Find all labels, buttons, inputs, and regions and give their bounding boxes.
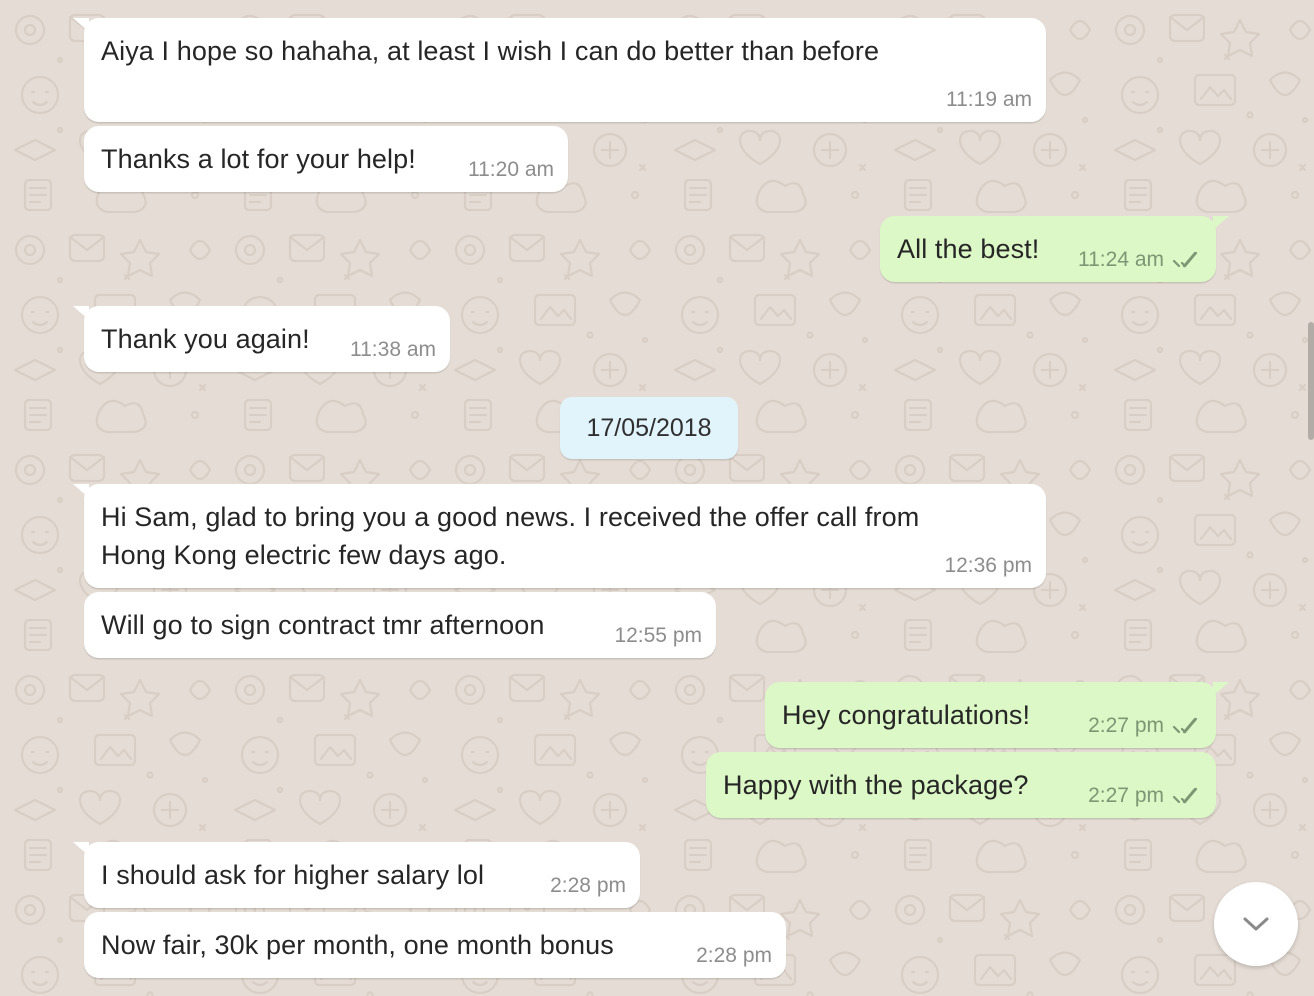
- message-text-line-1: Hi Sam, glad to bring you a good news. I…: [101, 502, 920, 532]
- message-bubble-outgoing[interactable]: Happy with the package? 2:27 pm: [706, 752, 1216, 818]
- bubble-tail: [73, 18, 89, 32]
- message-text: Aiya I hope so hahaha, at least I wish I…: [101, 36, 880, 66]
- message-bubble-incoming[interactable]: I should ask for higher salary lol 2:28 …: [73, 842, 640, 908]
- double-tick-icon: [1172, 717, 1198, 734]
- message-bubble-outgoing[interactable]: All the best! 11:24 am: [880, 216, 1229, 282]
- message-text: Thanks a lot for your help!: [101, 144, 416, 174]
- message-text: Hey congratulations!: [782, 700, 1031, 730]
- message-timestamp: 11:38 am: [350, 338, 436, 361]
- message-timestamp: 2:27 pm: [1088, 784, 1202, 808]
- message-bubble-incoming[interactable]: Thank you again! 11:38 am: [73, 306, 450, 372]
- double-tick-icon: [1172, 251, 1198, 268]
- message-bubble-incoming[interactable]: Hi Sam, glad to bring you a good news. I…: [73, 484, 1046, 588]
- message-timestamp: 11:20 am: [468, 158, 554, 181]
- bubble-tail: [73, 484, 89, 498]
- message-bubble-incoming[interactable]: Now fair, 30k per month, one month bonus…: [84, 912, 786, 978]
- message-text: Will go to sign contract tmr afternoon: [101, 610, 545, 640]
- message-timestamp: 2:28 pm: [550, 874, 626, 897]
- message-timestamp: 11:19 am: [946, 88, 1032, 111]
- message-text: I should ask for higher salary lol: [101, 860, 485, 890]
- message-text: All the best!: [897, 234, 1040, 264]
- bubble-tail: [1213, 682, 1229, 696]
- message-bubble-incoming[interactable]: Thanks a lot for your help! 11:20 am: [84, 126, 568, 192]
- message-timestamp: 12:55 pm: [614, 624, 702, 647]
- date-separator: 17/05/2018: [560, 397, 738, 459]
- message-timestamp: 2:28 pm: [696, 944, 772, 967]
- chevron-down-icon: [1243, 917, 1269, 931]
- message-text-line-2: Hong Kong electric few days ago.: [101, 540, 507, 570]
- bubble-tail: [1213, 216, 1229, 230]
- message-bubble-incoming[interactable]: Will go to sign contract tmr afternoon 1…: [84, 592, 716, 658]
- scroll-to-bottom-button[interactable]: [1214, 882, 1298, 966]
- message-timestamp: 11:24 am: [1078, 248, 1202, 272]
- message-text: Happy with the package?: [723, 770, 1029, 800]
- double-tick-icon: [1172, 787, 1198, 804]
- message-timestamp: 2:27 pm: [1088, 714, 1202, 738]
- bubble-tail: [73, 842, 89, 856]
- bubble-tail: [73, 306, 89, 320]
- message-timestamp: 12:36 pm: [944, 554, 1032, 577]
- message-text: Thank you again!: [101, 324, 310, 354]
- message-text: Now fair, 30k per month, one month bonus: [101, 930, 614, 960]
- message-bubble-incoming[interactable]: Aiya I hope so hahaha, at least I wish I…: [73, 18, 1046, 122]
- message-bubble-outgoing[interactable]: Hey congratulations! 2:27 pm: [765, 682, 1229, 748]
- scrollbar-thumb[interactable]: [1308, 322, 1314, 440]
